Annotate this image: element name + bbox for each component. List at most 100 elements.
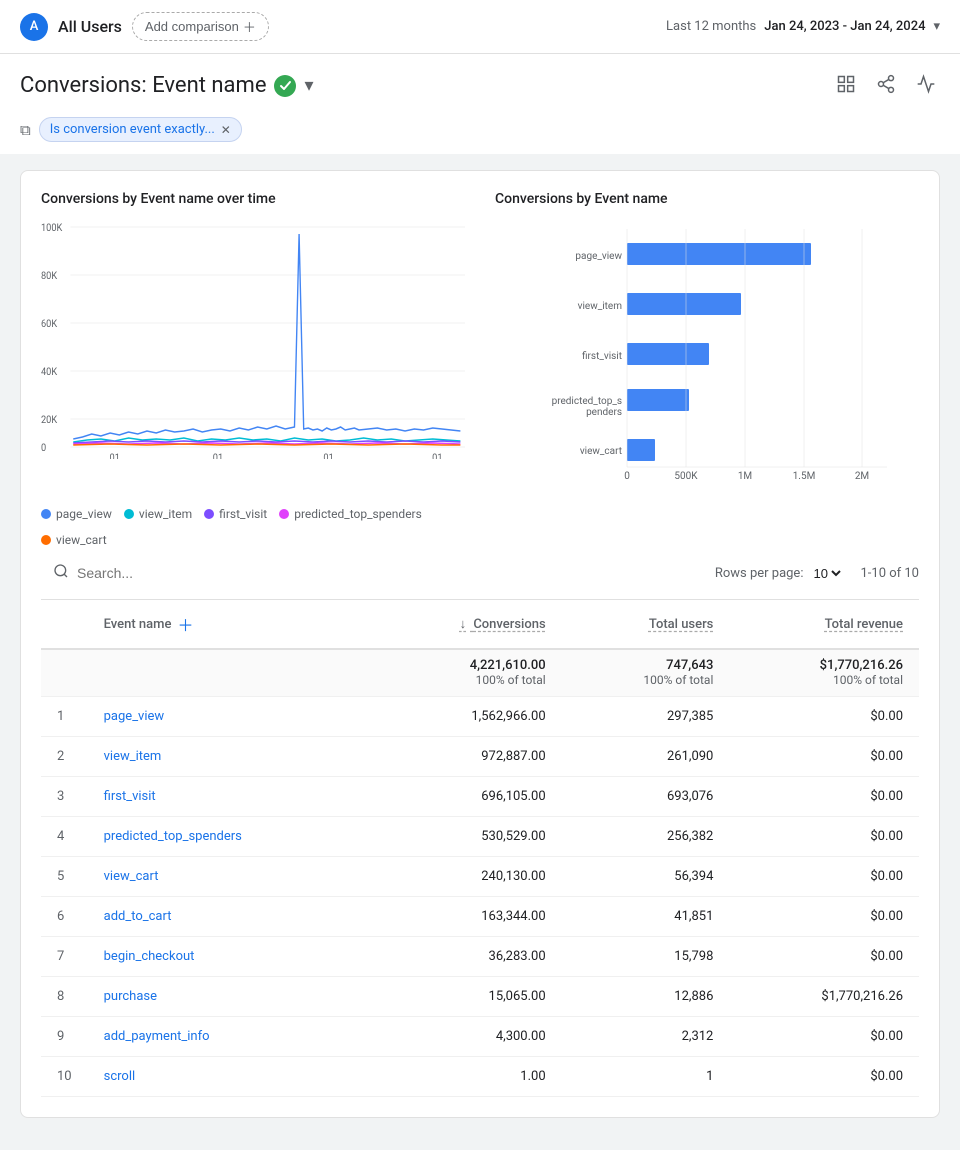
line-chart-title: Conversions by Event name over time bbox=[41, 191, 465, 207]
legend-first-visit: first_visit bbox=[204, 507, 267, 521]
svg-text:first_visit: first_visit bbox=[582, 350, 622, 362]
event-link[interactable]: view_item bbox=[104, 749, 162, 764]
row-conversions: 4,300.00 bbox=[368, 1017, 562, 1057]
search-box bbox=[41, 557, 289, 589]
search-icon bbox=[53, 563, 69, 583]
table-row: 4 predicted_top_spenders 530,529.00 256,… bbox=[41, 817, 919, 857]
row-conversions: 240,130.00 bbox=[368, 857, 562, 897]
totals-rank-cell bbox=[41, 649, 88, 697]
svg-text:500K: 500K bbox=[674, 471, 698, 479]
row-total-revenue: $0.00 bbox=[729, 857, 919, 897]
filter-bar: ⧉ Is conversion event exactly... ✕ bbox=[0, 109, 960, 154]
line-chart-container: 100K 80K 60K 40K 20K 0 0 bbox=[41, 219, 465, 499]
row-event: view_cart bbox=[88, 857, 368, 897]
event-link[interactable]: purchase bbox=[104, 989, 157, 1004]
row-total-revenue: $0.00 bbox=[729, 777, 919, 817]
date-range-period: Last 12 months bbox=[666, 19, 756, 34]
row-conversions: 163,344.00 bbox=[368, 897, 562, 937]
event-link[interactable]: add_payment_info bbox=[104, 1029, 210, 1044]
legend-dot-predicted bbox=[279, 509, 289, 519]
svg-text:0: 0 bbox=[624, 471, 630, 479]
table-row: 3 first_visit 696,105.00 693,076 $0.00 bbox=[41, 777, 919, 817]
row-total-users: 41,851 bbox=[562, 897, 730, 937]
col-total-revenue[interactable]: Total revenue bbox=[729, 600, 919, 649]
svg-text:page_view: page_view bbox=[575, 251, 622, 262]
table-toolbar: Rows per page: 10 25 50 1-10 of 10 bbox=[41, 547, 919, 600]
line-chart-section: Conversions by Event name over time 100K… bbox=[41, 191, 465, 547]
line-chart-svg: 100K 80K 60K 40K 20K 0 0 bbox=[41, 219, 465, 459]
share-button[interactable] bbox=[872, 70, 900, 101]
conversions-table: Event name ＋ ↓ Conversions Total users T… bbox=[41, 600, 919, 1097]
event-link[interactable]: add_to_cart bbox=[104, 909, 172, 924]
add-comparison-button[interactable]: Add comparison ＋ bbox=[132, 12, 269, 41]
search-input[interactable] bbox=[77, 565, 277, 581]
totals-conversions-cell: 4,221,610.00 100% of total bbox=[368, 649, 562, 697]
table-controls: Rows per page: 10 25 50 1-10 of 10 bbox=[715, 565, 919, 582]
top-bar-right: Last 12 months Jan 24, 2023 - Jan 24, 20… bbox=[666, 19, 940, 34]
table-header-row: Event name ＋ ↓ Conversions Total users T… bbox=[41, 600, 919, 649]
row-total-revenue: $0.00 bbox=[729, 737, 919, 777]
add-event-name-button[interactable]: ＋ bbox=[177, 612, 193, 636]
rows-per-page-control: Rows per page: 10 25 50 bbox=[715, 565, 845, 582]
svg-text:penders: penders bbox=[586, 407, 622, 418]
row-total-users: 1 bbox=[562, 1057, 730, 1097]
row-event: page_view bbox=[88, 697, 368, 737]
svg-text:view_item: view_item bbox=[578, 301, 623, 312]
row-event: add_payment_info bbox=[88, 1017, 368, 1057]
rows-per-page-select[interactable]: 10 25 50 bbox=[809, 565, 844, 582]
row-rank: 7 bbox=[41, 937, 88, 977]
legend-view-item: view_item bbox=[124, 507, 192, 521]
row-rank: 6 bbox=[41, 897, 88, 937]
totals-users-cell: 747,643 100% of total bbox=[562, 649, 730, 697]
row-conversions: 1,562,966.00 bbox=[368, 697, 562, 737]
col-event-name: Event name ＋ bbox=[88, 600, 368, 649]
top-bar-left: A All Users Add comparison ＋ bbox=[20, 12, 269, 41]
row-rank: 3 bbox=[41, 777, 88, 817]
event-link[interactable]: page_view bbox=[104, 709, 165, 724]
svg-text:20K: 20K bbox=[41, 415, 58, 426]
row-rank: 10 bbox=[41, 1057, 88, 1097]
svg-text:01: 01 bbox=[432, 453, 442, 459]
legend-page-view: page_view bbox=[41, 507, 112, 521]
row-total-revenue: $0.00 bbox=[729, 1017, 919, 1057]
legend-view-cart: view_cart bbox=[41, 533, 107, 547]
svg-text:1M: 1M bbox=[738, 471, 752, 479]
row-rank: 2 bbox=[41, 737, 88, 777]
page-title: Conversions: Event name ▾ bbox=[20, 73, 314, 98]
row-conversions: 530,529.00 bbox=[368, 817, 562, 857]
chart-settings-button[interactable] bbox=[832, 70, 860, 101]
row-total-revenue: $0.00 bbox=[729, 897, 919, 937]
table-row: 6 add_to_cart 163,344.00 41,851 $0.00 bbox=[41, 897, 919, 937]
charts-row: Conversions by Event name over time 100K… bbox=[41, 191, 919, 547]
row-rank: 5 bbox=[41, 857, 88, 897]
filter-chip-close-icon[interactable]: ✕ bbox=[221, 123, 231, 137]
svg-text:80K: 80K bbox=[41, 271, 58, 282]
col-total-users[interactable]: Total users bbox=[562, 600, 730, 649]
event-link[interactable]: scroll bbox=[104, 1069, 136, 1084]
row-rank: 9 bbox=[41, 1017, 88, 1057]
svg-text:100K: 100K bbox=[41, 223, 63, 234]
table-row: 2 view_item 972,887.00 261,090 $0.00 bbox=[41, 737, 919, 777]
event-link[interactable]: view_cart bbox=[104, 869, 159, 884]
event-link[interactable]: first_visit bbox=[104, 789, 156, 804]
row-total-users: 693,076 bbox=[562, 777, 730, 817]
event-link[interactable]: predicted_top_spenders bbox=[104, 829, 242, 844]
insights-button[interactable] bbox=[912, 70, 940, 101]
col-conversions[interactable]: ↓ Conversions bbox=[368, 600, 562, 649]
svg-text:view_cart: view_cart bbox=[580, 446, 622, 457]
row-event: first_visit bbox=[88, 777, 368, 817]
row-event: begin_checkout bbox=[88, 937, 368, 977]
table-row: 9 add_payment_info 4,300.00 2,312 $0.00 bbox=[41, 1017, 919, 1057]
sort-arrow-icon: ↓ bbox=[460, 617, 467, 632]
event-link[interactable]: begin_checkout bbox=[104, 949, 195, 964]
date-range-dropdown-icon[interactable]: ▾ bbox=[933, 19, 940, 34]
filter-chip[interactable]: Is conversion event exactly... ✕ bbox=[39, 117, 242, 142]
row-event: view_item bbox=[88, 737, 368, 777]
row-total-revenue: $0.00 bbox=[729, 817, 919, 857]
table-row: 7 begin_checkout 36,283.00 15,798 $0.00 bbox=[41, 937, 919, 977]
svg-text:predicted_top_s: predicted_top_s bbox=[552, 396, 622, 407]
totals-revenue-cell: $1,770,216.26 100% of total bbox=[729, 649, 919, 697]
title-dropdown-icon[interactable]: ▾ bbox=[304, 75, 313, 96]
row-conversions: 1.00 bbox=[368, 1057, 562, 1097]
row-total-users: 12,886 bbox=[562, 977, 730, 1017]
